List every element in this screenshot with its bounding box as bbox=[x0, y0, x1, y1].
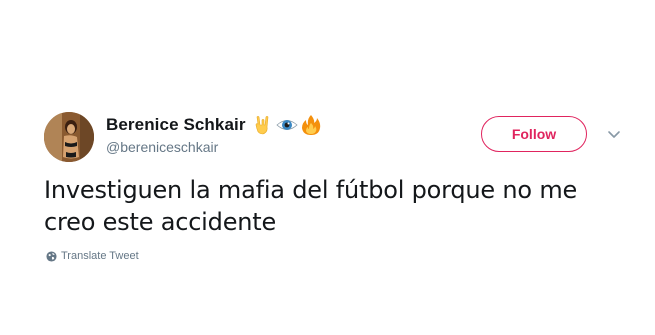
rock-on-hand-icon bbox=[255, 116, 268, 135]
fire-icon bbox=[301, 115, 320, 135]
translate-tweet-label: Translate Tweet bbox=[61, 250, 139, 262]
translate-tweet-link[interactable]: Translate Tweet bbox=[46, 250, 139, 262]
avatar[interactable] bbox=[44, 112, 94, 162]
eye-icon bbox=[275, 120, 298, 130]
author-handle[interactable]: @bereniceschkair bbox=[106, 139, 218, 155]
tweet-text: Investiguen la mafia del fútbol porque n… bbox=[44, 176, 578, 236]
globe-icon bbox=[46, 250, 57, 262]
follow-button[interactable]: Follow bbox=[481, 116, 587, 152]
author-name-row: Berenice Schkair bbox=[106, 113, 322, 137]
chevron-down-icon[interactable] bbox=[606, 126, 622, 142]
name-emojis bbox=[252, 114, 322, 136]
tweet-card: Berenice Schkair @bereniceschkair Follow… bbox=[0, 0, 655, 335]
display-name[interactable]: Berenice Schkair bbox=[106, 115, 246, 135]
